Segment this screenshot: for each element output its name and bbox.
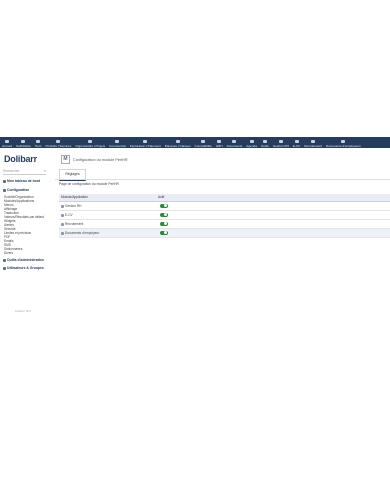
menu-item-banques[interactable]: Banques | Caisses (163, 137, 193, 148)
row-module-label: Documents d'employeur (65, 231, 100, 235)
menu-item-commercial[interactable]: Commercial (107, 137, 128, 148)
tab-divider (55, 179, 390, 180)
row-module-name: Documents d'employeur (61, 229, 99, 237)
invoice-icon (143, 140, 148, 143)
document-icon (341, 140, 346, 143)
toggle-knob (164, 222, 168, 226)
menu-item-produits[interactable]: Produits | Services (44, 137, 74, 148)
top-menu-bar: Accueil Sollicitants Tiers Produits | Se… (0, 137, 390, 148)
sidebar-tools-head[interactable]: Outils d'administration (3, 258, 44, 262)
hr-icon (217, 140, 222, 143)
sidebar-config-label: Configuration (7, 188, 30, 192)
sidebar-users-label: Utilisateurs & Groupes (7, 266, 44, 270)
menu-item-grh[interactable]: GRH (214, 137, 225, 148)
table-row: Gestion RH (59, 202, 390, 211)
left-sidebar: Dolibarr Rechercher ⌕ Mon tableau de bor… (0, 148, 49, 324)
column-header-active: Actif (158, 195, 165, 199)
menu-item-tiers[interactable]: Tiers (33, 137, 44, 148)
menu-item-recrutement[interactable]: Recrutement (302, 137, 324, 148)
menu-item-documents-employeurs[interactable]: Documents d'employeurs (324, 137, 363, 148)
sidebar-item-divers[interactable]: Divers (4, 251, 13, 255)
table-row: Documents d'employeur (59, 229, 390, 238)
modules-table: Module/Application Actif Gestion RH E-CV… (59, 194, 390, 238)
toggle-on-switch[interactable] (160, 230, 168, 236)
wrench-icon (3, 188, 6, 192)
table-header: Module/Application Actif (59, 194, 390, 202)
cube-icon (56, 140, 61, 143)
sidebar-config-head[interactable]: Configuration (3, 188, 29, 192)
sidebar-home[interactable]: Mon tableau de bord (3, 179, 40, 183)
calendar-icon (249, 140, 254, 143)
menu-item-accueil[interactable]: Accueil (0, 137, 14, 148)
menu-item-projets[interactable]: Opportunités | Projets (73, 137, 107, 148)
column-header-module: Module/Application (61, 195, 88, 199)
menu-item-outils[interactable]: Outils (259, 137, 271, 148)
users-icon (21, 140, 26, 143)
dashboard-icon (3, 179, 6, 183)
toggle-knob (164, 213, 168, 217)
accounting-icon (201, 140, 206, 143)
row-module-name: Gestion RH (61, 202, 81, 210)
menu-item-facturation[interactable]: Facturation | Paiement (128, 137, 163, 148)
tools-icon (262, 140, 267, 143)
table-row: Recrutement (59, 220, 390, 229)
page-subtitle: Page de configuration du module PeriHR (59, 182, 119, 186)
briefcase-icon (115, 140, 120, 143)
toggle-on-switch[interactable] (160, 221, 168, 227)
users-icon (3, 266, 6, 270)
page-title: Configuration du module PeriHR (73, 157, 128, 162)
table-row: E-CV (59, 211, 390, 220)
tools-icon (3, 258, 6, 262)
sidebar-home-label: Mon tableau de bord (7, 179, 41, 183)
row-module-label: Gestion RH (65, 204, 82, 208)
module-icon: M (61, 155, 70, 164)
menu-item-gestion-rh[interactable]: Gestion RH (271, 137, 291, 148)
row-module-name: E-CV (61, 211, 73, 219)
row-module-name: Recrutement (61, 220, 83, 228)
search-input[interactable]: Rechercher ⌕ (3, 168, 46, 175)
sidebar-users-head[interactable]: Utilisateurs & Groupes (3, 266, 44, 270)
version-label: Dolibarr 18.0 (15, 309, 32, 313)
main-content: M Configuration du module PeriHR Réglage… (55, 148, 390, 248)
page-title-row: M Configuration du module PeriHR (61, 155, 128, 164)
toggle-on-switch[interactable] (160, 212, 168, 218)
id-card-icon (278, 140, 283, 143)
module-icon (61, 213, 64, 217)
logo-text: Dolibarr (4, 154, 37, 164)
recruit-icon (311, 140, 316, 143)
toggle-knob (164, 204, 168, 208)
search-icon[interactable]: ⌕ (44, 168, 46, 174)
row-module-label: E-CV (65, 213, 73, 217)
bank-icon (175, 140, 180, 143)
cv-icon (294, 140, 299, 143)
menu-item-documents[interactable]: Documents (225, 137, 245, 148)
home-icon (4, 140, 9, 143)
building-icon (36, 140, 41, 143)
module-icon (61, 231, 64, 235)
module-icon (61, 222, 64, 226)
project-icon (88, 140, 93, 143)
menu-item-ecv[interactable]: E-CV (291, 137, 302, 148)
toggle-on-switch[interactable] (160, 203, 168, 209)
search-placeholder: Rechercher (3, 169, 20, 173)
toggle-knob (164, 231, 168, 235)
sidebar-tools-label: Outils d'administration (7, 258, 44, 262)
logo[interactable]: Dolibarr (4, 154, 37, 164)
module-icon (61, 204, 64, 208)
menu-item-sollicitants[interactable]: Sollicitants (14, 137, 33, 148)
menu-item-agenda[interactable]: Agenda (244, 137, 259, 148)
row-module-label: Recrutement (65, 222, 84, 226)
menu-item-comptabilite[interactable]: Comptabilité (193, 137, 214, 148)
folder-icon (232, 140, 237, 143)
